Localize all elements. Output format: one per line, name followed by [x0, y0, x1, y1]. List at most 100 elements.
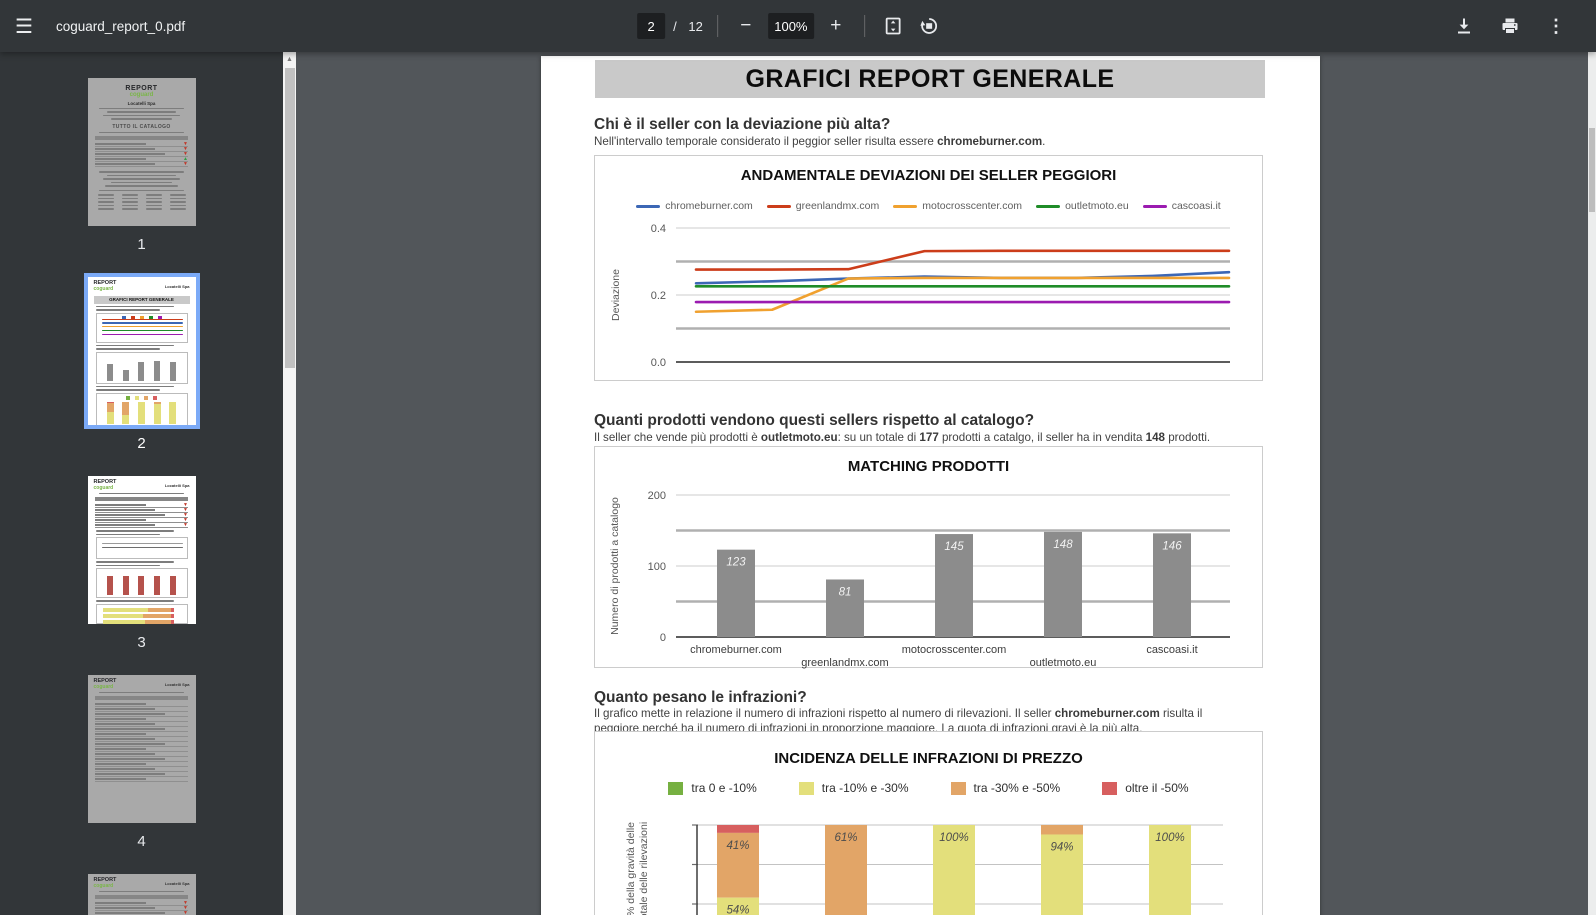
download-button[interactable] [1450, 12, 1478, 40]
thumb-mini-stacked-chart [97, 400, 187, 424]
thumbnail-label-2[interactable]: 2 [137, 435, 145, 452]
toolbar-separator [716, 15, 718, 37]
page-banner-title: GRAFICI REPORT GENERALE [595, 60, 1265, 98]
chart-1-legend: chromeburner.com greenlandmx.com motocross… [595, 200, 1262, 212]
legend-line-swatch [1142, 204, 1167, 208]
svg-text:0.0: 0.0 [651, 357, 666, 369]
svg-text:0.2: 0.2 [651, 290, 666, 302]
main-scrollbar-thumb[interactable] [1589, 128, 1595, 212]
thumb-logo-report: REPORT [125, 85, 158, 92]
chart-2-title: MATCHING PRODOTTI [847, 458, 1010, 475]
legend-color-swatch [1102, 781, 1118, 795]
legend-label: greenlandmx.com [795, 200, 880, 212]
thumb-company: Locatelli Spa [164, 283, 190, 289]
legend-item-motocrosscenter.com: motocrosscenter.com [893, 200, 1022, 212]
stacked-chart-infrazioni: INCIDENZA DELLE INFRAZIONI DI PREZZO tra… [594, 731, 1263, 915]
page-number-input[interactable]: 2 [637, 13, 666, 39]
thumb-logo-brand: coguard [93, 484, 114, 491]
zoom-out-button[interactable]: − [732, 12, 760, 40]
section-2-heading: Quanti prodotti vendono questi sellers r… [594, 412, 1035, 429]
menu-button[interactable]: ☰ [0, 0, 48, 52]
legend-item-oltre il -50%: oltre il -50% [1102, 781, 1189, 795]
legend-label: tra 0 e -10% [691, 781, 757, 795]
svg-text:200: 200 [648, 490, 666, 502]
legend-label: motocrosscenter.com [922, 200, 1023, 212]
svg-text:outletmoto.eu: outletmoto.eu [1030, 657, 1097, 669]
thumbnail-label-3[interactable]: 3 [137, 634, 145, 651]
legend-item-tra 0 e -10%: tra 0 e -10% [668, 781, 757, 795]
thumbnail-label-4[interactable]: 4 [137, 833, 145, 850]
fit-page-button[interactable] [879, 12, 907, 40]
svg-text:145: 145 [944, 541, 964, 553]
legend-item-tra -10% e -30%: tra -10% e -30% [798, 781, 909, 795]
legend-color-swatch [950, 781, 966, 795]
legend-label: oltre il -50% [1125, 781, 1189, 795]
sidebar-scrollbar[interactable]: ▲ [283, 52, 296, 915]
rotate-button[interactable] [915, 12, 943, 40]
thumbnail-page-5[interactable]: REPORT coguard Locatelli Spa ▼ ▼ ▼ [87, 874, 196, 915]
svg-text:61%: 61% [834, 832, 857, 844]
legend-color-swatch [668, 781, 684, 795]
section-1-heading: Chi è il seller con la deviazione più al… [594, 116, 891, 133]
sidebar-scrollbar-thumb[interactable] [284, 68, 295, 368]
thumb-company: Locatelli Spa [164, 880, 190, 886]
svg-text:123: 123 [726, 557, 746, 569]
chart-1-title: ANDAMENTALE DEVIAZIONI DEI SELLER PEGGIO… [740, 167, 1117, 184]
thumb-logo-brand: coguard [129, 92, 154, 99]
thumbnail-page-4[interactable]: REPORT coguard Locatelli Spa [87, 675, 196, 823]
download-icon [1458, 18, 1470, 34]
thumbnail-page-2-selected[interactable]: REPORT coguard Locatelli Spa GRAFICI REP… [83, 273, 200, 429]
svg-text:chromeburner.com: chromeburner.com [690, 644, 782, 656]
svg-text:totale delle rilevazioni: totale delle rilevazioni [638, 822, 650, 915]
zoom-level-input[interactable]: 100% [767, 13, 814, 39]
print-icon [1502, 18, 1518, 34]
thumb-company: Locatelli Spa [127, 100, 156, 106]
section-3-heading: Quanto pesano le infrazioni? [594, 689, 807, 706]
pdf-viewer-area: GRAFICI REPORT GENERALE Chi è il seller … [296, 52, 1588, 915]
legend-item-outletmoto.eu: outletmoto.eu [1036, 200, 1129, 212]
legend-line-swatch [636, 204, 661, 208]
scrollbar-up-arrow[interactable]: ▲ [283, 52, 296, 66]
svg-text:Numero di prodotti a catalogo: Numero di prodotti a catalogo [609, 497, 621, 635]
thumbnail-page-3[interactable]: REPORT coguard Locatelli Spa ▼ ▼ ▼ ▼ ▼ [87, 476, 196, 624]
legend-line-swatch [766, 204, 791, 208]
svg-text:148: 148 [1053, 539, 1073, 551]
chart-1-plot: 0.0 0.2 0.4 Deviazione [610, 223, 1231, 369]
legend-label: outletmoto.eu [1065, 200, 1129, 212]
line-chart-deviazioni: ANDAMENTALE DEVIAZIONI DEI SELLER PEGGIO… [594, 155, 1263, 381]
svg-text:greenlandmx.com: greenlandmx.com [801, 657, 888, 669]
section-2-body: Il seller che vende più prodotti è outle… [594, 431, 1211, 444]
page-total: 12 [688, 18, 703, 34]
svg-text:146: 146 [1162, 540, 1182, 552]
svg-text:100%: 100% [939, 832, 968, 844]
chart-3-plot: % della gravità delle totale delle rileva… [625, 822, 1223, 915]
svg-text:cascoasi.it: cascoasi.it [1146, 644, 1197, 656]
svg-text:% della gravità delle: % della gravità delle [625, 822, 637, 915]
thumb-logo-brand: coguard [93, 285, 114, 292]
thumb-logo-brand: coguard [93, 683, 114, 690]
legend-line-swatch [893, 204, 918, 208]
more-options-button[interactable]: ⋮ [1542, 12, 1570, 40]
print-button[interactable] [1496, 12, 1524, 40]
pdf-page-2: GRAFICI REPORT GENERALE Chi è il seller … [541, 56, 1320, 915]
section-1-body: Nell'intervallo temporale considerato il… [594, 135, 1046, 148]
legend-item-cascoasi.it: cascoasi.it [1142, 200, 1221, 212]
document-title: coguard_report_0.pdf [56, 18, 186, 34]
rotate-counterclockwise-icon [920, 18, 937, 34]
svg-text:Deviazione: Deviazione [610, 269, 622, 321]
legend-label: tra -10% e -30% [821, 781, 909, 795]
bar-chart-matching-prodotti: MATCHING PRODOTTI 0 100 200 Numero di prodo… [594, 446, 1263, 669]
thumb-mini-bar-chart [97, 353, 187, 383]
legend-label: cascoasi.it [1171, 200, 1221, 212]
main-scrollbar[interactable] [1588, 52, 1596, 915]
svg-text:100%: 100% [1155, 832, 1184, 844]
svg-text:81: 81 [839, 586, 852, 598]
svg-text:100: 100 [648, 561, 666, 573]
more-vertical-icon: ⋮ [1547, 15, 1565, 36]
thumbnail-label-1[interactable]: 1 [137, 236, 145, 253]
legend-item-greenlandmx.com: greenlandmx.com [766, 200, 880, 212]
zoom-in-button[interactable]: + [822, 12, 850, 40]
page-divider: / [673, 18, 681, 34]
thumbnail-page-1[interactable]: REPORT coguard Locatelli Spa TUTTO IL CA… [87, 78, 196, 226]
hamburger-icon: ☰ [15, 15, 33, 38]
